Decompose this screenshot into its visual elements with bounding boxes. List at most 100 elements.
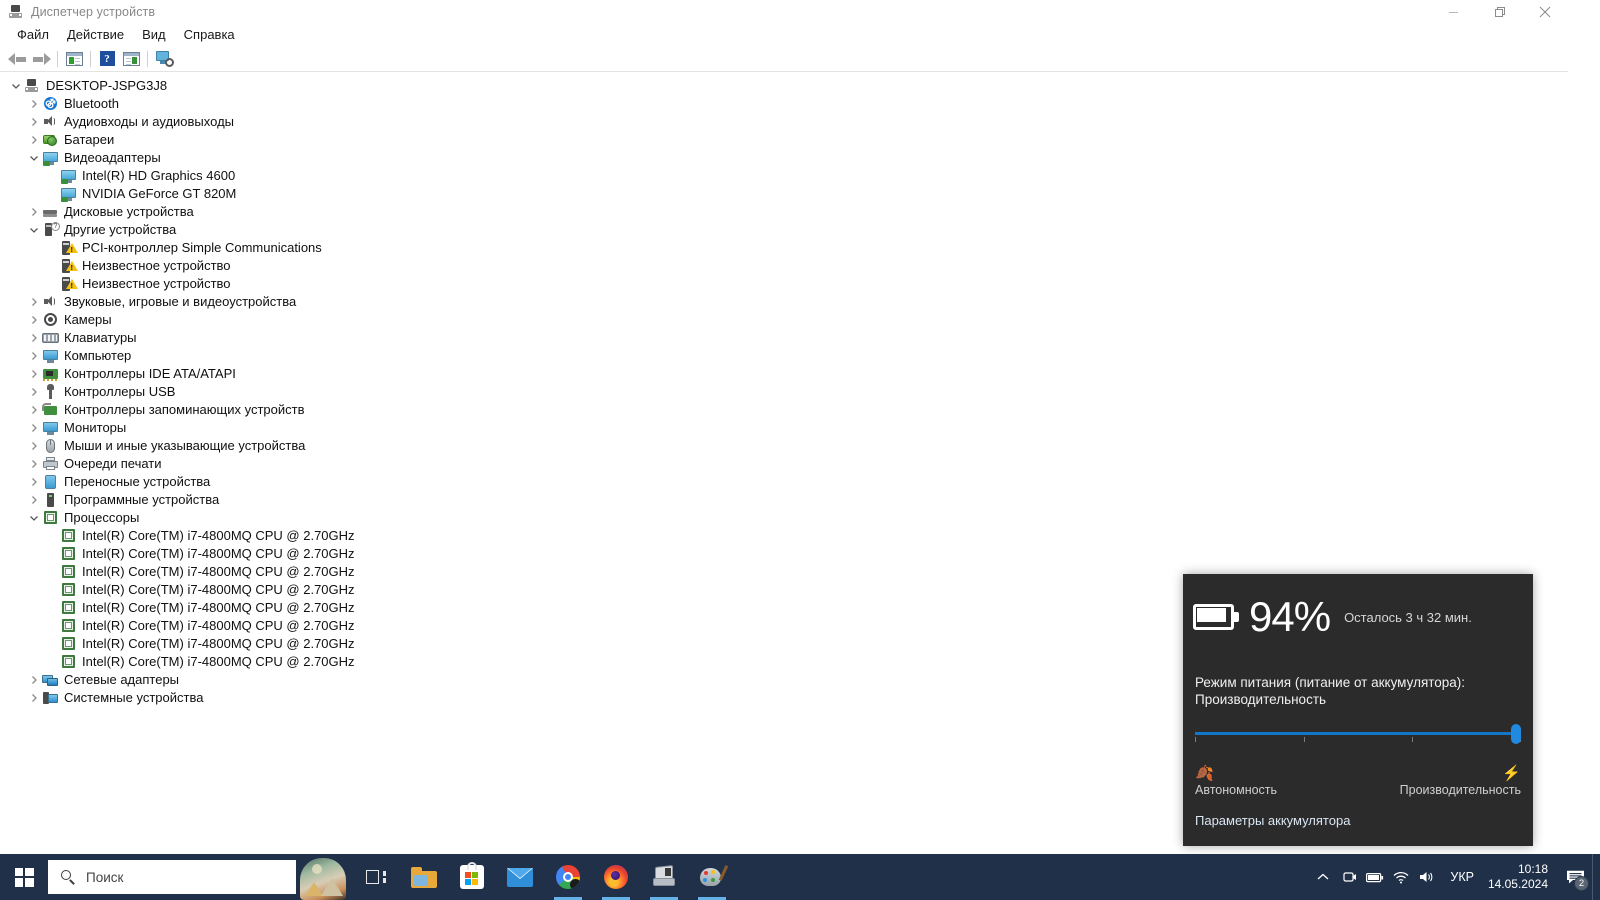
- forward-button[interactable]: [29, 48, 53, 70]
- tree-node[interactable]: NVIDIA GeForce GT 820M: [0, 185, 1568, 203]
- tray-battery-icon[interactable]: [1362, 854, 1388, 900]
- taskbar-mail[interactable]: [496, 854, 544, 900]
- bing-wallpaper-thumbnail[interactable]: [294, 854, 352, 900]
- chevron-down-icon[interactable]: [8, 77, 24, 95]
- chevron-down-icon[interactable]: [26, 509, 42, 527]
- tree-node[interactable]: Видеоадаптеры: [0, 149, 1568, 167]
- scan-hardware-button[interactable]: [152, 48, 176, 70]
- chevron-up-icon[interactable]: [1310, 854, 1336, 900]
- back-button[interactable]: [5, 48, 29, 70]
- battery-flyout[interactable]: 94% Осталось 3 ч 32 мин. Режим питания (…: [1183, 574, 1533, 846]
- windows-start-icon[interactable]: [0, 854, 48, 900]
- search-input[interactable]: Поиск: [48, 860, 296, 894]
- tree-node[interactable]: Аудиовходы и аудиовыходы: [0, 113, 1568, 131]
- tree-node[interactable]: Контроллеры USB: [0, 383, 1568, 401]
- task-view-icon[interactable]: [352, 854, 400, 900]
- taskbar-microsoft-store[interactable]: [448, 854, 496, 900]
- taskbar-chrome[interactable]: [544, 854, 592, 900]
- tree-node[interactable]: ! Неизвестное устройство: [0, 257, 1568, 275]
- chevron-right-icon[interactable]: [26, 671, 42, 689]
- battery-remaining-time: Осталось 3 ч 32 мин.: [1344, 610, 1472, 625]
- chevron-right-icon[interactable]: [26, 491, 42, 509]
- tree-node[interactable]: ! Неизвестное устройство: [0, 275, 1568, 293]
- tree-node[interactable]: Процессоры: [0, 509, 1568, 527]
- chevron-right-icon[interactable]: [26, 401, 42, 419]
- clock[interactable]: 10:18 14.05.2024: [1484, 862, 1558, 892]
- taskbar-paint[interactable]: [688, 854, 736, 900]
- tree-node[interactable]: Мониторы: [0, 419, 1568, 437]
- chevron-right-icon[interactable]: [26, 311, 42, 329]
- tree-node[interactable]: Контроллеры запоминающих устройств: [0, 401, 1568, 419]
- menu-file[interactable]: Файл: [8, 25, 58, 45]
- chevron-right-icon[interactable]: [26, 347, 42, 365]
- chevron-right-icon[interactable]: [26, 329, 42, 347]
- menu-action[interactable]: Действие: [58, 25, 133, 45]
- chevron-right-icon[interactable]: [26, 689, 42, 707]
- chevron-right-icon[interactable]: [26, 437, 42, 455]
- properties-button[interactable]: [62, 48, 86, 70]
- tree-node[interactable]: Камеры: [0, 311, 1568, 329]
- tree-node[interactable]: Переносные устройства: [0, 473, 1568, 491]
- chevron-right-icon[interactable]: [26, 365, 42, 383]
- show-hidden-button[interactable]: [119, 48, 143, 70]
- tree-node[interactable]: ? Другие устройства: [0, 221, 1568, 239]
- tree-node[interactable]: Компьютер: [0, 347, 1568, 365]
- language-indicator[interactable]: УКР: [1440, 870, 1484, 884]
- speaker-icon[interactable]: [1414, 854, 1440, 900]
- show-desktop-button[interactable]: [1592, 854, 1598, 900]
- help-button[interactable]: ?: [95, 48, 119, 70]
- chevron-down-icon[interactable]: [26, 149, 42, 167]
- folder-icon: [411, 866, 437, 888]
- menu-view[interactable]: Вид: [133, 25, 175, 45]
- tree-root-node[interactable]: DESKTOP-JSPG3J8: [0, 77, 1568, 95]
- chevron-right-icon[interactable]: [26, 419, 42, 437]
- processor-icon: [60, 528, 77, 544]
- chevron-right-icon[interactable]: [26, 203, 42, 221]
- wifi-icon[interactable]: [1388, 854, 1414, 900]
- storage-controller-icon: [42, 402, 59, 418]
- battery-settings-link[interactable]: Параметры аккумулятора: [1195, 813, 1350, 828]
- taskbar-firefox[interactable]: [592, 854, 640, 900]
- tree-node[interactable]: Звуковые, игровые и видеоустройства: [0, 293, 1568, 311]
- window-titlebar[interactable]: Диспетчер устройств: [0, 0, 1568, 24]
- taskbar-file-explorer[interactable]: [400, 854, 448, 900]
- chevron-right-icon[interactable]: [26, 113, 42, 131]
- tree-node[interactable]: Intel(R) Core(TM) i7-4800MQ CPU @ 2.70GH…: [0, 545, 1568, 563]
- notification-icon[interactable]: 2: [1558, 854, 1592, 900]
- tree-node[interactable]: Батареи: [0, 131, 1568, 149]
- tree-node[interactable]: Очереди печати: [0, 455, 1568, 473]
- minimize-icon[interactable]: [1430, 0, 1476, 24]
- scan-monitor-icon: [155, 51, 174, 67]
- menu-bar: Файл Действие Вид Справка: [0, 24, 1568, 46]
- chevron-right-icon[interactable]: [26, 473, 42, 491]
- tree-node[interactable]: ! PCI-контроллер Simple Communications: [0, 239, 1568, 257]
- camera-privacy-icon[interactable]: [1336, 854, 1362, 900]
- tree-node[interactable]: ⚣ Bluetooth: [0, 95, 1568, 113]
- tree-node-label: Неизвестное устройство: [82, 258, 231, 273]
- power-mode-slider[interactable]: [1195, 724, 1521, 764]
- slider-thumb[interactable]: [1511, 724, 1521, 744]
- tree-node[interactable]: Мыши и иные указывающие устройства: [0, 437, 1568, 455]
- maximize-icon[interactable]: [1476, 0, 1522, 24]
- chevron-right-icon[interactable]: [26, 131, 42, 149]
- chevron-right-icon[interactable]: [26, 455, 42, 473]
- chevron-down-icon[interactable]: [26, 221, 42, 239]
- chevron-right-icon[interactable]: [26, 383, 42, 401]
- tree-node[interactable]: Клавиатуры: [0, 329, 1568, 347]
- display-adapter-icon: [60, 186, 77, 202]
- tree-node[interactable]: Intel(R) HD Graphics 4600: [0, 167, 1568, 185]
- taskbar-device-manager[interactable]: [640, 854, 688, 900]
- tree-node-label: Неизвестное устройство: [82, 276, 231, 291]
- tree-node[interactable]: Программные устройства: [0, 491, 1568, 509]
- tree-node[interactable]: Контроллеры IDE ATA/ATAPI: [0, 365, 1568, 383]
- tree-node[interactable]: Дисковые устройства: [0, 203, 1568, 221]
- menu-help[interactable]: Справка: [175, 25, 244, 45]
- notification-count: 2: [1574, 876, 1589, 891]
- tree-node[interactable]: Intel(R) Core(TM) i7-4800MQ CPU @ 2.70GH…: [0, 527, 1568, 545]
- processor-icon: [60, 582, 77, 598]
- processor-icon: [60, 636, 77, 652]
- tree-node-label: PCI-контроллер Simple Communications: [82, 240, 322, 255]
- close-icon[interactable]: [1522, 0, 1568, 24]
- chevron-right-icon[interactable]: [26, 95, 42, 113]
- chevron-right-icon[interactable]: [26, 293, 42, 311]
